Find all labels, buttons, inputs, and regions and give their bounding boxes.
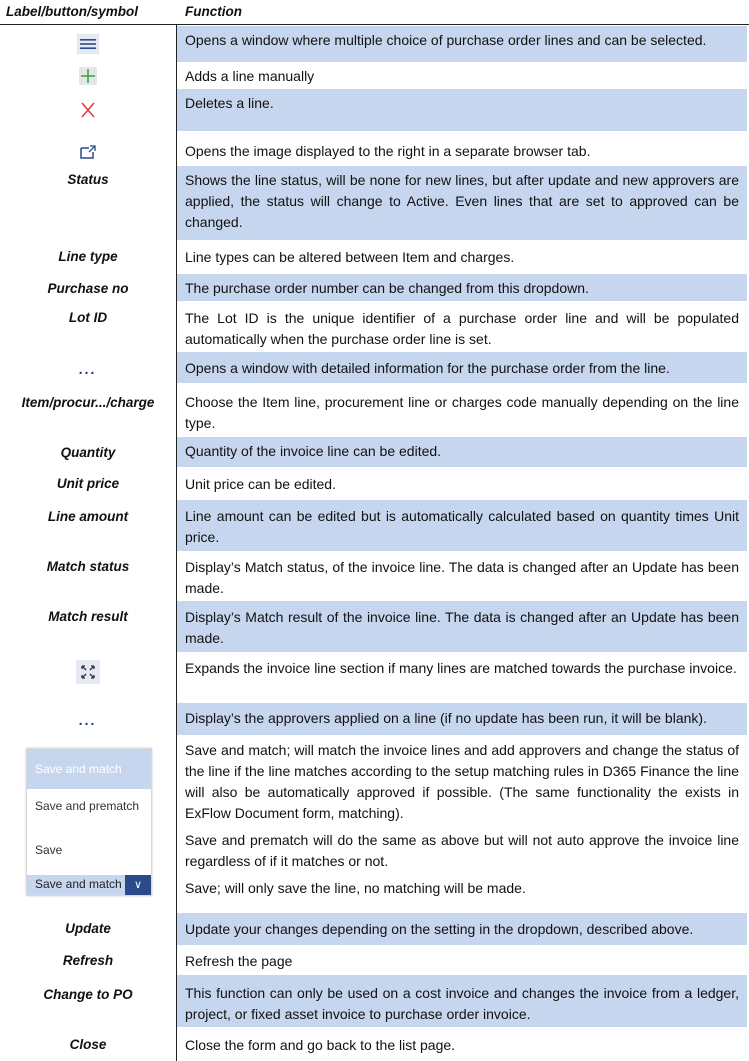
- row-label: Unit price: [56, 476, 120, 491]
- table-row: Status Shows the line status, will be no…: [0, 166, 749, 240]
- table-row: Purchase no The purchase order number ca…: [0, 274, 749, 301]
- label-column-header: Label/button/symbol: [6, 4, 139, 19]
- function-text: Expands the invoice line section if many…: [185, 660, 737, 676]
- table-row: Adds a line manually: [0, 62, 749, 89]
- function-text: The purchase order number can be changed…: [177, 274, 747, 301]
- function-text: Refresh the page: [185, 953, 293, 969]
- row-label: Match status: [46, 559, 130, 574]
- row-label: Purchase no: [47, 281, 129, 296]
- function-text: The Lot ID is the unique identifier of a…: [185, 310, 739, 347]
- function-text: Unit price can be edited.: [185, 476, 336, 492]
- function-text: Choose the Item line, procurement line o…: [185, 394, 739, 431]
- dropdown-control[interactable]: Save and match ∨: [27, 875, 151, 895]
- chevron-down-icon[interactable]: ∨: [125, 875, 151, 895]
- row-label: Line amount: [47, 509, 129, 524]
- row-label: Line type: [58, 249, 118, 264]
- table-row: Item/procur.../charge Choose the Item li…: [0, 383, 749, 437]
- row-label: Status: [67, 172, 109, 187]
- table-row: ... Opens a window with detailed informa…: [0, 352, 749, 383]
- table-row: Line amount Line amount can be edited bu…: [0, 500, 749, 551]
- function-text: Display’s the approvers applied on a lin…: [177, 703, 747, 735]
- row-label: Change to PO: [43, 987, 133, 1002]
- function-text: Line amount can be edited but is automat…: [177, 500, 747, 551]
- function-text: Opens a window with detailed information…: [177, 352, 747, 383]
- save-mode-dropdown[interactable]: Save and match Save and prematch Save Sa…: [26, 748, 152, 896]
- function-text: Shows the line status, will be none for …: [177, 166, 747, 240]
- function-text: Quantity of the invoice line can be edit…: [177, 437, 747, 467]
- table-row: Quantity Quantity of the invoice line ca…: [0, 437, 749, 467]
- more-dots-icon: ...: [79, 361, 97, 377]
- delete-x-icon: [81, 102, 95, 121]
- function-text: Deletes a line.: [177, 89, 747, 131]
- table-row: Close Close the form and go back to the …: [0, 1027, 749, 1061]
- table-header: Label/button/symbol Function: [0, 0, 749, 25]
- row-label: Update: [65, 921, 111, 936]
- table-row: Opens the image displayed to the right i…: [0, 131, 749, 166]
- table-row: Expands the invoice line section if many…: [0, 652, 749, 703]
- table-row: Lot ID The Lot ID is the unique identifi…: [0, 301, 749, 352]
- dropdown-option-save[interactable]: Save: [27, 843, 151, 863]
- table-row: Update Update your changes depending on …: [0, 913, 749, 945]
- table-row: Refresh Refresh the page: [0, 945, 749, 975]
- row-label: Lot ID: [68, 310, 108, 325]
- table-row: Opens a window where multiple choice of …: [0, 26, 749, 62]
- function-text: Opens a window where multiple choice of …: [177, 26, 747, 62]
- table-row: Match result Display’s Match result of t…: [0, 601, 749, 652]
- function-text: Display’s Match result of the invoice li…: [177, 601, 747, 652]
- dropdown-option-save-and-prematch[interactable]: Save and prematch: [27, 799, 151, 819]
- function-text: This function can only be used on a cost…: [177, 975, 747, 1027]
- table-row: Match status Display’s Match status, of …: [0, 551, 749, 601]
- function-text: Update your changes depending on the set…: [177, 913, 747, 945]
- row-label: Quantity: [60, 445, 116, 460]
- open-external-icon: [80, 145, 96, 162]
- list-lines-icon: [77, 34, 99, 54]
- function-column-header: Function: [185, 4, 242, 19]
- table-row: Deletes a line.: [0, 89, 749, 131]
- add-plus-icon: [79, 67, 97, 85]
- function-text: Close the form and go back to the list p…: [185, 1037, 456, 1053]
- save-and-prematch-description: Save and prematch will do the same as ab…: [185, 832, 739, 869]
- save-description: Save; will only save the line, no matchi…: [185, 880, 526, 896]
- expand-icon: [76, 660, 100, 684]
- function-text: Opens the image displayed to the right i…: [185, 143, 591, 159]
- table-row: Line type Line types can be altered betw…: [0, 240, 749, 274]
- function-text: Display’s Match status, of the invoice l…: [185, 559, 739, 596]
- table-row: Unit price Unit price can be edited.: [0, 467, 749, 500]
- table-row: Change to PO This function can only be u…: [0, 975, 749, 1027]
- row-label: Match result: [48, 609, 128, 624]
- function-text: Line types can be altered between Item a…: [185, 249, 515, 265]
- row-label: Item/procur.../charge: [21, 395, 155, 410]
- save-and-match-description: Save and match; will match the invoice l…: [185, 742, 739, 821]
- table-row: ... Display’s the approvers applied on a…: [0, 703, 749, 735]
- dropdown-option-save-and-match[interactable]: Save and match: [27, 749, 151, 789]
- save-options-description: Save and match; will match the invoice l…: [177, 735, 747, 913]
- more-dots-icon: ...: [79, 712, 97, 728]
- function-text: Adds a line manually: [185, 68, 315, 84]
- row-label: Refresh: [62, 953, 114, 968]
- row-label: Close: [69, 1037, 107, 1052]
- dropdown-selected-value: Save and match: [35, 877, 122, 891]
